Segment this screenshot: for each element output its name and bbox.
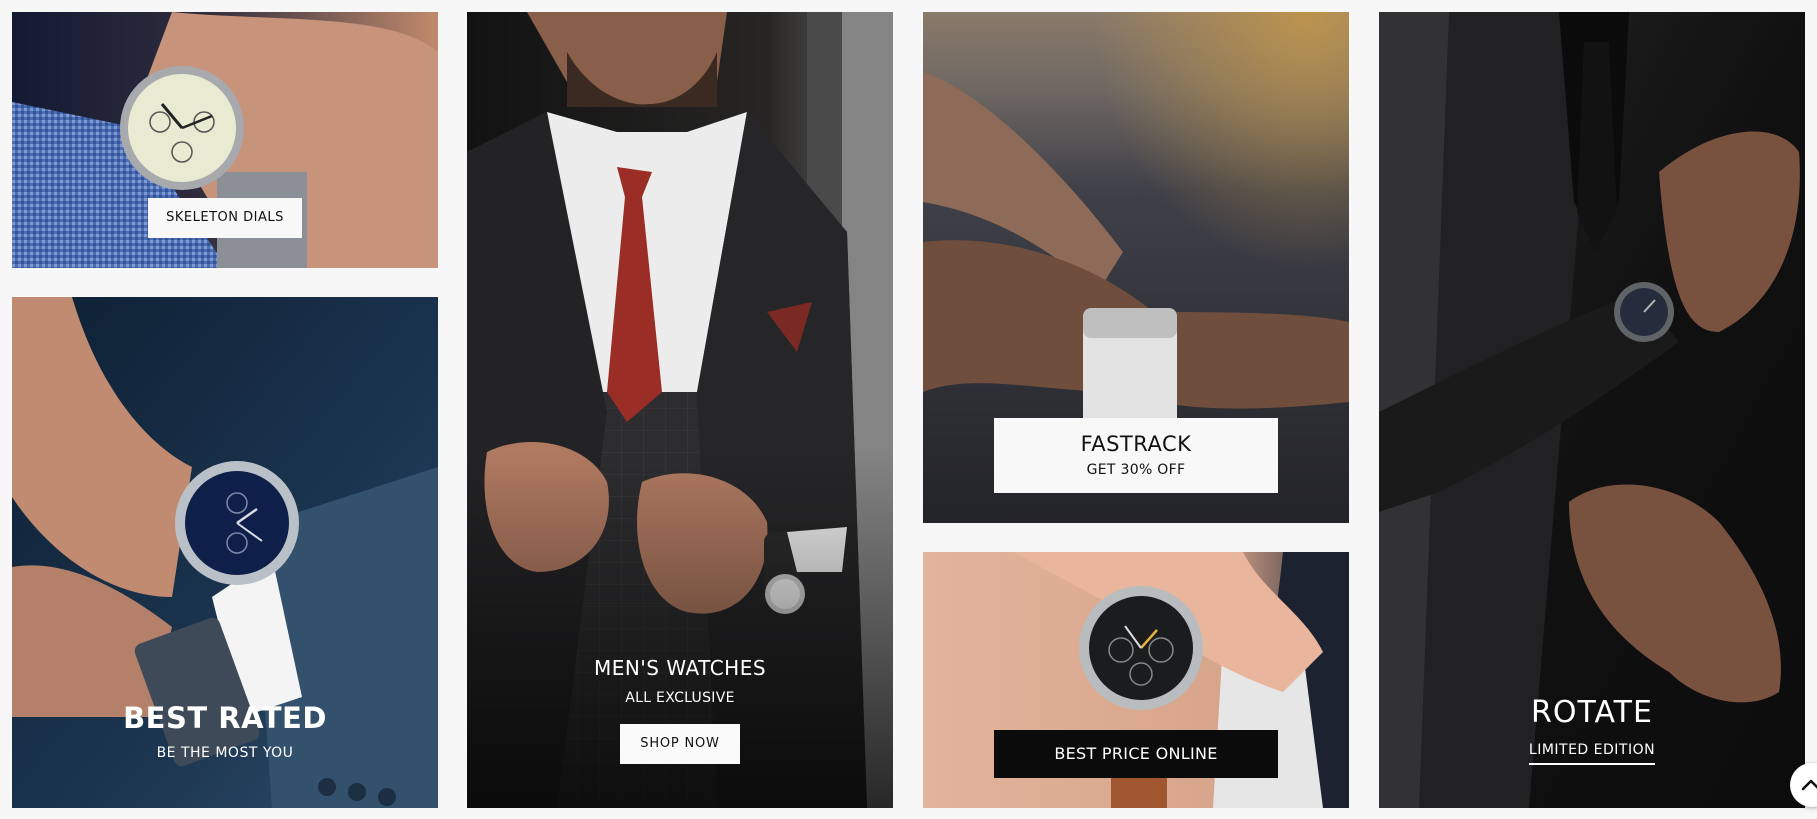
best-rated-title: BEST RATED bbox=[123, 701, 327, 735]
fastrack-title: FASTRACK bbox=[1080, 432, 1192, 456]
chevron-up-icon bbox=[1801, 779, 1817, 791]
promo-card-fastrack[interactable]: FASTRACK GET 30% OFF bbox=[923, 12, 1349, 523]
best-rated-subtitle: BE THE MOST YOU bbox=[156, 745, 294, 761]
rotate-subtitle-wrap: LIMITED EDITION bbox=[1379, 739, 1805, 765]
best-price-online-button[interactable]: BEST PRICE ONLINE bbox=[994, 730, 1278, 778]
mens-watches-subtitle: ALL EXCLUSIVE bbox=[625, 690, 735, 706]
promo-card-rotate[interactable]: ROTATE LIMITED EDITION bbox=[1379, 12, 1805, 808]
promo-card-skeleton-dials[interactable]: SKELETON DIALS bbox=[12, 12, 438, 268]
promo-card-mens-watches[interactable]: MEN'S WATCHES ALL EXCLUSIVE SHOP NOW bbox=[467, 12, 893, 808]
rotate-watch-photo bbox=[1379, 12, 1805, 808]
mens-watches-title: MEN'S WATCHES bbox=[593, 656, 767, 680]
promo-card-best-price[interactable]: BEST PRICE ONLINE bbox=[923, 552, 1349, 808]
fastrack-offer: GET 30% OFF bbox=[1086, 462, 1186, 478]
promo-card-best-rated[interactable]: BEST RATED BE THE MOST YOU bbox=[12, 297, 438, 808]
banner-grid: SKELETON DIALS BEST RATED BE THE MOST YO… bbox=[0, 0, 1817, 819]
shop-now-button[interactable]: SHOP NOW bbox=[620, 724, 740, 764]
rotate-title: ROTATE bbox=[1531, 695, 1653, 730]
mens-watches-photo bbox=[467, 12, 893, 808]
limited-edition-link[interactable]: LIMITED EDITION bbox=[1528, 742, 1656, 765]
fastrack-label-box[interactable]: FASTRACK GET 30% OFF bbox=[994, 418, 1278, 493]
skeleton-dials-label[interactable]: SKELETON DIALS bbox=[148, 198, 302, 238]
